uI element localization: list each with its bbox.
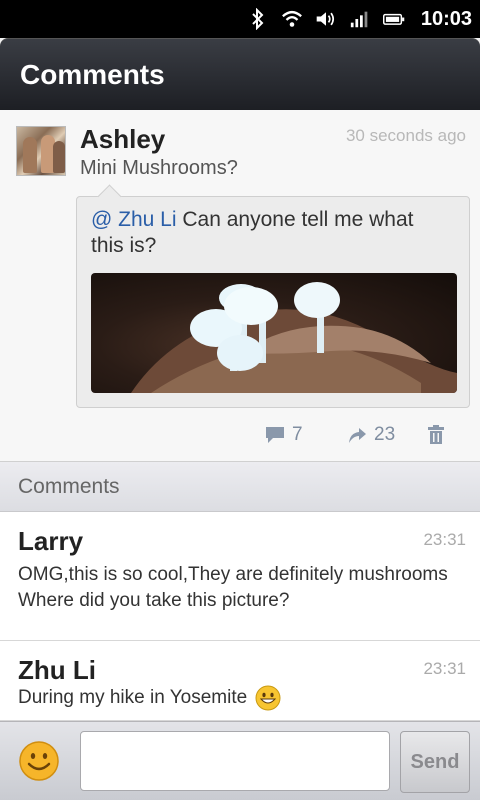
share-count-button[interactable]: 23 (346, 420, 395, 450)
quote-text: @ Zhu Li Can anyone tell me what this is… (91, 207, 451, 259)
list-item[interactable]: Zhu Li 23:31 During my hike in Yosemite (0, 641, 480, 721)
comment-count-button[interactable]: 7 (264, 420, 303, 450)
post-actions: 7 23 (0, 420, 480, 450)
comment-text: OMG,this is so cool,They are definitely … (18, 564, 448, 611)
grin-emoji-icon (255, 685, 281, 711)
share-icon (349, 428, 366, 443)
page-title: Comments (20, 59, 165, 90)
share-count: 23 (374, 424, 396, 445)
send-button[interactable]: Send (400, 731, 470, 793)
title-bar: Comments (0, 38, 480, 110)
post-title: Mini Mushrooms? (80, 157, 238, 179)
comment-text: During my hike in Yosemite (18, 687, 248, 708)
avatar[interactable] (16, 126, 66, 176)
signal-icon (349, 8, 371, 30)
emoji-picker-icon[interactable] (18, 740, 60, 782)
volume-icon (315, 8, 337, 30)
post-image[interactable] (91, 273, 457, 393)
trash-icon (428, 425, 444, 444)
comment-time: 23:31 (423, 659, 466, 678)
status-bar: 10:03 (0, 0, 480, 38)
comment-author[interactable]: Zhu Li (18, 655, 96, 686)
battery-icon (382, 8, 405, 30)
comments-section-label: Comments (18, 475, 120, 498)
quote-box: @ Zhu Li Can anyone tell me what this is… (76, 196, 470, 408)
wifi-icon (281, 8, 303, 30)
status-time: 10:03 (420, 7, 472, 30)
post-card: Ashley 30 seconds ago Mini Mushrooms? @ … (0, 110, 480, 462)
bluetooth-icon (247, 8, 269, 30)
comment-text-row: During my hike in Yosemite (18, 685, 478, 711)
comment-icon (266, 427, 284, 443)
delete-button[interactable] (426, 420, 446, 450)
comment-input[interactable] (80, 731, 390, 791)
comment-author[interactable]: Larry (18, 526, 83, 557)
list-item[interactable]: Larry 23:31 OMG,this is so cool,They are… (0, 512, 480, 641)
comment-input-bar: Send (0, 721, 480, 800)
post-timestamp: 30 seconds ago (345, 126, 466, 145)
comment-count: 7 (292, 424, 303, 445)
post-author[interactable]: Ashley (80, 124, 165, 155)
comment-time: 23:31 (423, 530, 466, 549)
mention-link[interactable]: @ Zhu Li (91, 208, 177, 231)
comments-section-header: Comments (0, 462, 480, 512)
